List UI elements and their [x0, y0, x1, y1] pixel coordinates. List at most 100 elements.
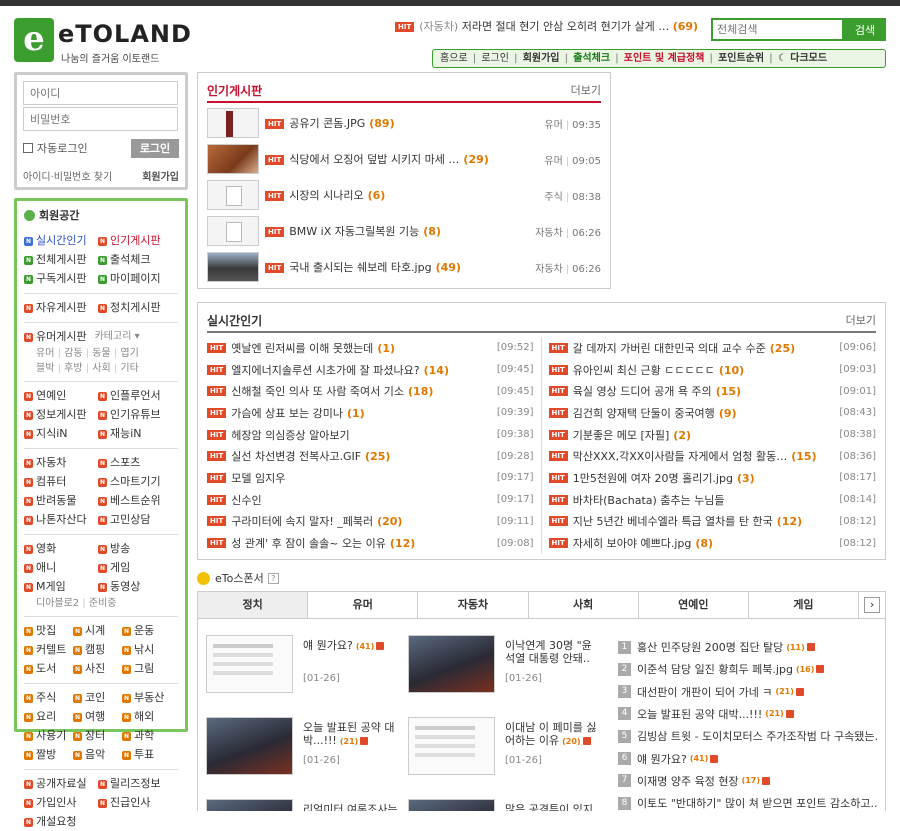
sponsor-card[interactable]: 리얼미터 여론조사는 [206, 799, 406, 811]
menu-item[interactable]: N 정보게시판 [24, 406, 98, 424]
rank-item[interactable]: 8 이토도 "반대하기" 많이 쳐 받으면 포인트 감소하고... … [618, 793, 878, 811]
post-title[interactable]: HIT BMW iX 자동그릴복원 기능 (8) [265, 223, 527, 239]
post-title[interactable]: 바차타(Bachata) 춤추는 누님들 [573, 492, 834, 508]
nav-link[interactable]: 로그인 [479, 53, 511, 64]
popular-item[interactable]: HIT 국내 출시되는 쉐보레 타호.jpg (49) 자동차 | 06:26 [207, 251, 601, 283]
post-title[interactable]: 기분좋은 메모 [자필] (2) [573, 427, 834, 443]
menu-item[interactable]: N 인기게시판 [98, 232, 172, 250]
realtime-item[interactable]: HIT 가슴에 상표 보는 강미나 (1) [09:39] [207, 402, 534, 424]
menu-item[interactable]: N 가입인사 [24, 794, 98, 812]
menu-item[interactable]: N 장터 [73, 727, 122, 745]
post-title-text[interactable]: 육실 영상 드디어 공개 욕 주의 [573, 385, 712, 398]
menu-item[interactable]: N 구독게시판 [24, 270, 98, 288]
menu-item[interactable]: N 스포츠 [98, 454, 172, 472]
menu-item[interactable]: N 요리 [24, 708, 73, 726]
post-title[interactable]: 구라미터에 속지 말자! _페북러 (20) [231, 513, 491, 529]
realtime-item[interactable]: HIT 헤장암 의심증상 알아보기 [09:38] [207, 424, 534, 446]
hot-news-title[interactable]: 저라면 절대 현기 안삼 오히려 현기가 살게 … [462, 20, 670, 33]
menu-item[interactable]: N 음악 [73, 746, 122, 764]
rank-title[interactable]: 대선판이 개판이 되어 가네 ㅋ [637, 684, 772, 700]
popular-item[interactable]: HIT BMW iX 자동그릴복원 기능 (8) 자동차 | 06:26 [207, 215, 601, 247]
post-title-text[interactable]: 국내 출시되는 쉐보레 타호.jpg [289, 261, 431, 274]
menu-item[interactable]: N 자동차 [24, 454, 98, 472]
tab-3[interactable]: 사회 [529, 592, 639, 618]
post-title-text[interactable]: 시장의 시나리오 [289, 189, 363, 202]
next-tab-button[interactable]: › [859, 592, 885, 618]
rank-title[interactable]: 오늘 발표된 공약 대박...!!! [637, 706, 762, 722]
post-title[interactable]: 유아인씨 최신 근황 ㄷㄷㄷㄷㄷ (10) [573, 362, 834, 378]
find-account-link[interactable]: 아이디·비밀번호 찾기 [23, 168, 112, 183]
menu-item[interactable]: N 공개자료실 [24, 775, 98, 793]
tab-4[interactable]: 연예인 [639, 592, 749, 618]
post-title-text[interactable]: 갈 데까지 가버린 대한민국 의대 교수 수준 [573, 342, 766, 355]
realtime-item[interactable]: HIT 구라미터에 속지 말자! _페북러 (20) [09:11] [207, 511, 534, 533]
card-thumbnail[interactable] [408, 799, 495, 811]
post-title-text[interactable]: 신해철 죽인 의사 또 사람 죽여서 기소 [231, 385, 404, 398]
subcategory-link[interactable]: 기타 [120, 363, 138, 374]
card-title[interactable]: 오늘 발표된 공약 대박...!!! (21) [303, 721, 398, 748]
menu-item[interactable]: N 인플루언서 [98, 387, 172, 405]
join-link[interactable]: 회원가입 [142, 168, 179, 183]
card-thumbnail[interactable] [206, 799, 293, 811]
menu-item[interactable]: N 주식 [24, 689, 73, 707]
post-title[interactable]: 모델 임지우 [231, 470, 491, 486]
realtime-item[interactable]: HIT 지난 5년간 베네수엘라 특급 열차를 탄 한국 (12) [08:12] [548, 511, 876, 533]
realtime-item[interactable]: HIT 신수인 [09:17] [207, 489, 534, 511]
post-title[interactable]: HIT 공유기 콘돔.JPG (89) [265, 115, 536, 131]
password-field[interactable] [23, 107, 178, 131]
checkbox-icon[interactable] [23, 143, 33, 153]
rank-item[interactable]: 2 이준석 담당 일진 황희두 페북.jpg (16) [618, 659, 878, 679]
post-title-text[interactable]: 실선 차선변경 전복사고.GIF [231, 450, 361, 463]
menu-item[interactable]: N 게임 [98, 559, 172, 577]
card-title[interactable]: 이대남 이 페미를 싫어하는 이유 (20) [505, 721, 600, 748]
thumbnail-image[interactable] [207, 216, 259, 246]
menu-item[interactable]: N 그림 [122, 660, 171, 678]
menu-item[interactable]: N 나톤자산다 [24, 511, 98, 529]
menu-item[interactable]: N 낚시 [122, 641, 171, 659]
menu-item[interactable]: N 릴리즈정보 [98, 775, 172, 793]
card-title-text[interactable]: 얘 뭔가요? [303, 639, 353, 652]
rank-item[interactable]: 6 얘 뭔가요? (41) [618, 749, 878, 769]
nav-link[interactable]: 회원가입 [521, 53, 562, 64]
rank-item[interactable]: 7 이재명 양주 육정 현장 (17) [618, 771, 878, 791]
menu-item[interactable]: N 베스트순위 [98, 492, 172, 510]
menu-item[interactable]: N 스마트기기 [98, 473, 172, 491]
rank-title[interactable]: 얘 뭔가요? [637, 751, 687, 767]
subcategory-link[interactable]: 후방 [64, 363, 82, 374]
subcategory-link[interactable]: 감동 [64, 348, 82, 359]
menu-item[interactable]: N 동영상 [98, 578, 172, 596]
menu-item[interactable]: N 커텔트 [24, 641, 73, 659]
card-thumbnail[interactable] [408, 717, 495, 775]
menu-item[interactable]: N 정치게시판 [98, 299, 172, 317]
auto-login-checkbox[interactable]: 자동로그인 [23, 140, 88, 156]
post-title[interactable]: HIT 식당에서 오징어 덮밥 시키지 마세 … (29) [265, 151, 536, 167]
menu-item[interactable]: N 과학 [122, 727, 171, 745]
menu-item[interactable]: N 인기유튜브 [98, 406, 172, 424]
realtime-item[interactable]: HIT 기분좋은 메모 [자필] (2) [08:38] [548, 424, 876, 446]
rank-title[interactable]: 이토도 "반대하기" 많이 쳐 받으면 포인트 감소하고... … [637, 795, 878, 811]
realtime-item[interactable]: HIT 신해철 죽인 의사 또 사람 죽여서 기소 (18) [09:45] [207, 380, 534, 402]
hot-news-ticker[interactable]: HIT (자동차) 저라면 절대 현기 안삼 오히려 현기가 살게 … (69) [395, 18, 707, 34]
realtime-item[interactable]: HIT 자세히 보아야 예쁘다.jpg (8) [08:12] [548, 532, 876, 554]
nav-link[interactable]: 포인트순위 [716, 53, 766, 64]
post-title[interactable]: 지난 5년간 베네수엘라 특급 열차를 탄 한국 (12) [573, 513, 834, 529]
post-title-text[interactable]: 성 관계' 후 잠이 솔솔~ 오는 이유 [231, 537, 386, 550]
rank-title[interactable]: 이재명 양주 육정 현장 [637, 773, 739, 789]
card-thumbnail[interactable] [206, 635, 293, 693]
menu-item-humor[interactable]: N 유머게시판 카테고리 ▾ [24, 328, 178, 346]
menu-item[interactable]: N 연예인 [24, 387, 98, 405]
realtime-item[interactable]: HIT 엘지에너지솔루션 시초가에 잘 파셨나요? (14) [09:45] [207, 359, 534, 381]
more-link[interactable]: 더보기 [571, 82, 601, 98]
rank-item[interactable]: 3 대선판이 개판이 되어 가네 ㅋ (21) [618, 682, 878, 702]
card-title-text[interactable]: 이낙연계 30명 "윤석열 대통령 안돼.. 이재… [505, 639, 592, 666]
realtime-item[interactable]: HIT 유아인씨 최신 근황 ㄷㄷㄷㄷㄷ (10) [09:03] [548, 359, 876, 381]
rank-title[interactable]: 이준석 담당 일진 황희두 페북.jpg [637, 661, 793, 677]
menu-item[interactable]: N 운동 [122, 622, 171, 640]
sponsor-card[interactable]: 오늘 발표된 공약 대박...!!! (21) [01-26] [206, 717, 406, 781]
menu-item[interactable]: N 고민상담 [98, 511, 172, 529]
post-title[interactable]: 1만5천원에 여자 20명 홀리기.jpg (3) [573, 470, 834, 486]
post-title[interactable]: 실선 차선변경 전복사고.GIF (25) [231, 448, 491, 464]
post-title-text[interactable]: 공유기 콘돔.JPG [289, 117, 365, 130]
post-title[interactable]: 갈 데까지 가버린 대한민국 의대 교수 수준 (25) [573, 340, 834, 356]
menu-item[interactable]: N 코인 [73, 689, 122, 707]
